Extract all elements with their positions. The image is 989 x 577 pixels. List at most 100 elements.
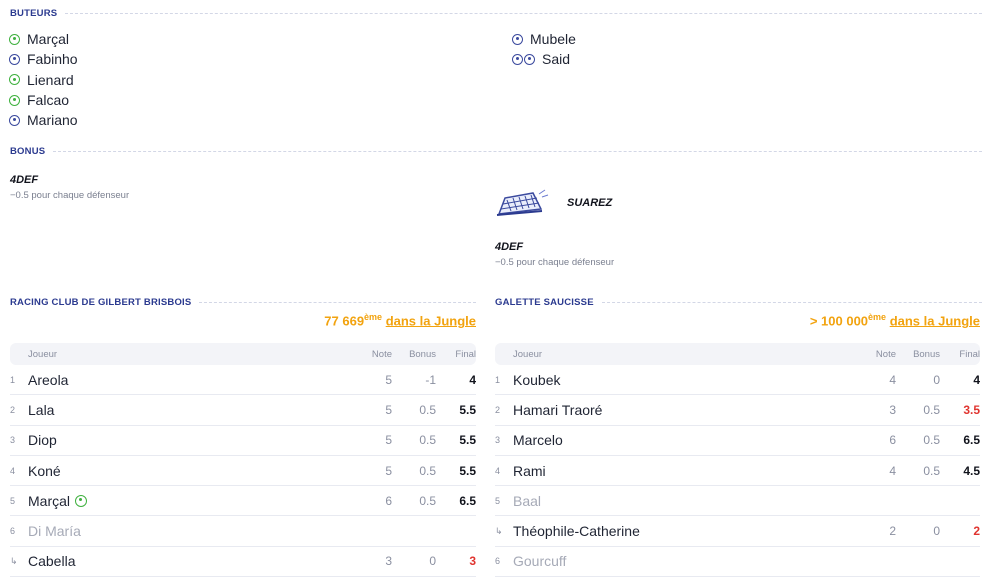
player-bonus: 0.5: [419, 402, 436, 417]
player-final: 6.5: [963, 433, 980, 448]
table-row[interactable]: ↳ Théophile-Catherine 2 0 2: [495, 516, 980, 547]
row-index: 2: [495, 404, 501, 415]
player-note: 2: [889, 524, 896, 539]
table-row[interactable]: 3 Diop 5 0.5 5.5: [10, 426, 476, 456]
table-row[interactable]: 1 Koubek 4 0 4: [495, 365, 980, 396]
scorer-item: Lienard: [9, 70, 78, 90]
scorer-item: Marçal: [9, 29, 78, 49]
header-final: Final: [455, 348, 476, 360]
blue-ball-icon: [512, 53, 523, 65]
row-index: 5: [495, 495, 501, 506]
table-row[interactable]: 2 Lala 5 0.5 5.5: [10, 395, 476, 426]
scorer-name: Falcao: [27, 92, 70, 109]
player-final: 2: [973, 524, 980, 539]
player-note: 3: [385, 554, 392, 569]
player-bonus: -1: [425, 372, 436, 387]
player-name: Hamari Traoré: [513, 401, 603, 418]
row-index: 4: [495, 465, 501, 476]
table-header: Joueur Note Bonus Final: [10, 343, 476, 365]
header-note: Note: [875, 348, 896, 360]
player-note: 5: [385, 402, 392, 417]
scorer-item: Falcao: [9, 90, 78, 110]
blue-ball-icon: [524, 53, 535, 65]
bonus-desc: −0.5 pour chaque défenseur: [495, 257, 615, 268]
table-row[interactable]: 5 Baal: [495, 486, 980, 517]
player-name: Koné: [28, 462, 61, 479]
divider: [65, 13, 982, 14]
header-player: Joueur: [513, 348, 543, 360]
table-row[interactable]: 3 Marcelo 6 0.5 6.5: [495, 426, 980, 456]
bonus-section-title: BONUS: [10, 146, 982, 157]
player-name: Rami: [513, 462, 546, 479]
player-name: Koubek: [513, 371, 561, 388]
player-note: 4: [889, 463, 896, 478]
green-ball-icon: [9, 74, 20, 86]
scorer-name: Said: [542, 51, 571, 68]
player-bonus: 0.5: [419, 463, 436, 478]
scorer-item: Fabinho: [9, 49, 78, 69]
rank-value: > 100 000: [809, 313, 869, 329]
table-row[interactable]: 1 Areola 5 -1 4: [10, 365, 476, 396]
table-row[interactable]: 6 Di María: [10, 516, 476, 547]
green-ball-icon: [9, 94, 20, 106]
player-bonus: 0: [933, 524, 940, 539]
player-final: 5.5: [459, 463, 476, 478]
blue-ball-icon: [512, 33, 523, 45]
team-left-table: Joueur Note Bonus Final 1 Areola 5 -1 4 …: [10, 343, 476, 577]
scorer-item: Mubele: [512, 29, 576, 49]
player-bonus: 0: [429, 554, 436, 569]
player-name-cell: Marçal: [28, 493, 352, 509]
player-final: 5.5: [459, 402, 476, 417]
substitution-icon: ↳: [10, 555, 18, 566]
player-bonus: 0.5: [923, 463, 940, 478]
scorer-name: Lienard: [27, 71, 74, 88]
bonus-left: 4DEF −0.5 pour chaque défenseur: [10, 174, 129, 201]
player-note: 5: [385, 433, 392, 448]
player-bonus: 0: [933, 372, 940, 387]
scorer-name: Mariano: [27, 112, 78, 129]
player-bonus: 0.5: [923, 402, 940, 417]
row-index: 3: [10, 435, 16, 446]
header-bonus: Bonus: [409, 348, 436, 360]
row-index: 6: [495, 556, 501, 567]
header-player: Joueur: [28, 348, 58, 360]
scorer-name: Marçal: [27, 31, 70, 48]
scorers-section-title: BUTEURS: [10, 8, 982, 19]
player-final: 6.5: [459, 493, 476, 508]
team-left-rank: 77 669ème dans la Jungle: [10, 312, 476, 328]
rank-suffix: ème: [868, 312, 887, 322]
table-row[interactable]: 2 Hamari Traoré 3 0.5 3.5: [495, 395, 980, 426]
player-name: Areola: [28, 371, 69, 388]
player-name: Di María: [28, 523, 81, 540]
scorers-left-list: Marçal Fabinho Lienard Falcao Mariano: [9, 29, 78, 130]
row-index: 1: [10, 374, 16, 385]
rank-link[interactable]: dans la Jungle: [386, 313, 476, 328]
divider: [199, 302, 476, 303]
scorer-name: Mubele: [530, 31, 576, 48]
player-name: Diop: [28, 432, 57, 449]
bonus-desc: −0.5 pour chaque défenseur: [10, 190, 130, 201]
team-right-rank: > 100 000ème dans la Jungle: [495, 312, 980, 328]
table-row[interactable]: 6 Gourcuff: [495, 547, 980, 577]
row-index: 6: [10, 526, 16, 537]
player-final: 5.5: [459, 433, 476, 448]
team-left-title: RACING CLUB DE GILBERT BRISBOIS: [10, 297, 476, 308]
table-row[interactable]: 4 Koné 5 0.5 5.5: [10, 456, 476, 487]
player-bonus: 0.5: [419, 493, 436, 508]
team-name: GALETTE SAUCISSE: [495, 297, 594, 308]
rank-link[interactable]: dans la Jungle: [890, 313, 980, 328]
bonus-title-text: BONUS: [10, 146, 46, 157]
row-index: 3: [495, 435, 501, 446]
table-row[interactable]: ↳ Cabella 3 0 3: [10, 547, 476, 577]
player-bonus: 0.5: [923, 433, 940, 448]
player-name: Marçal: [28, 492, 71, 509]
table-header: Joueur Note Bonus Final: [495, 343, 980, 365]
scorer-name: Fabinho: [27, 51, 78, 68]
table-row[interactable]: 5 Marçal 6 0.5 6.5: [10, 486, 476, 517]
table-row[interactable]: 4 Rami 4 0.5 4.5: [495, 456, 980, 487]
header-note: Note: [371, 348, 392, 360]
header-bonus: Bonus: [913, 348, 940, 360]
player-note: 6: [889, 433, 896, 448]
scorers-title-text: BUTEURS: [10, 8, 58, 19]
rank-suffix: ème: [364, 312, 383, 322]
